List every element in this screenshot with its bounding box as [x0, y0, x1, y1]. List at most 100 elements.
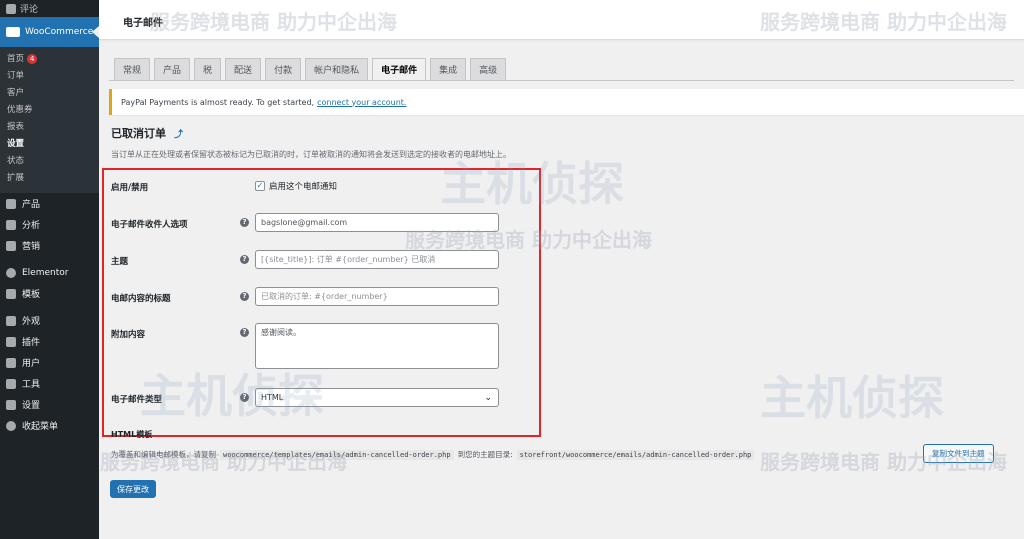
main-content: 常规 产品 税 配送 付款 帐户和隐私 电子邮件 集成 高级 PayPal Pa… [99, 41, 1024, 539]
sidebar-item-settings[interactable]: 设置 [0, 394, 99, 415]
submenu-item-settings[interactable]: 设置 [0, 136, 99, 153]
tab-tax[interactable]: 税 [194, 58, 222, 80]
section-title-text: 已取消订单 [111, 127, 166, 140]
sidebar-item-tools[interactable]: 工具 [0, 373, 99, 394]
heading-input[interactable]: 已取消的订单: #{order_number} [255, 287, 499, 306]
help-icon[interactable]: ? [240, 255, 249, 264]
woocommerce-icon [6, 27, 20, 37]
submenu-item-reports[interactable]: 报表 [0, 119, 99, 136]
folder-icon [6, 288, 16, 299]
enable-label: 启用/禁用 [111, 183, 149, 193]
sidebar-item-templates[interactable]: 模板 [0, 283, 99, 304]
email-type-label: 电子邮件类型 [111, 395, 163, 405]
tab-products[interactable]: 产品 [154, 58, 191, 80]
sidebar-item-elementor[interactable]: Elementor [0, 262, 99, 283]
template-text: 为覆盖和编辑电邮模板，请复制 [111, 450, 216, 459]
page-title: 电子邮件 [123, 18, 163, 29]
user-icon [6, 357, 16, 368]
paypal-notice: PayPal Payments is almost ready. To get … [109, 89, 1024, 115]
sidebar-item-label: 收起菜单 [22, 422, 59, 432]
return-up-icon[interactable]: ⤴ [174, 127, 183, 140]
heading-label: 电邮内容的标题 [111, 294, 171, 304]
template-target-path: storefront/woocommerce/emails/admin-canc… [516, 449, 755, 460]
help-icon[interactable]: ? [240, 393, 249, 402]
megaphone-icon [6, 240, 16, 251]
sidebar-item-appearance[interactable]: 外观 [0, 310, 99, 331]
help-icon[interactable]: ? [240, 328, 249, 337]
submenu-label: 首页 [7, 54, 25, 64]
help-icon[interactable]: ? [240, 218, 249, 227]
wrench-icon [6, 378, 16, 389]
sidebar-item-analytics[interactable]: 分析 [0, 214, 99, 235]
plug-icon [6, 336, 16, 347]
tab-payments[interactable]: 付款 [265, 58, 302, 80]
elementor-icon [6, 267, 16, 278]
template-text: 到您的主题目录: [457, 450, 513, 459]
sidebar-item-label: 产品 [22, 200, 41, 210]
submenu-item-status[interactable]: 状态 [0, 153, 99, 170]
sidebar-item-label: 营销 [22, 242, 41, 252]
enable-checkbox-row[interactable]: ✓ 启用这个电邮通知 [255, 180, 337, 192]
sliders-icon [6, 399, 16, 410]
tab-divider [109, 80, 1014, 81]
page-header: 电子邮件 [99, 0, 1024, 40]
template-instructions: 为覆盖和编辑电邮模板，请复制 woocommerce/templates/ema… [111, 449, 755, 460]
submenu-item-coupons[interactable]: 优惠券 [0, 102, 99, 119]
section-description: 当订单从正在处理或者保留状态被标记为已取消的时，订单被取消的通知将会发送到选定的… [111, 150, 511, 159]
notice-text: PayPal Payments is almost ready. To get … [121, 97, 315, 107]
email-type-select[interactable]: HTML ⌄ [255, 388, 499, 407]
collapse-icon [6, 420, 16, 431]
tab-advanced[interactable]: 高级 [470, 58, 507, 80]
sidebar-item-label: 外观 [22, 317, 41, 327]
chevron-down-icon: ⌄ [484, 392, 492, 403]
tab-emails[interactable]: 电子邮件 [372, 58, 427, 80]
comment-icon [6, 3, 16, 14]
recipient-label: 电子邮件收件人选项 [111, 220, 188, 230]
notification-badge: 4 [27, 54, 38, 64]
archive-icon [6, 198, 16, 209]
enable-checkbox-label: 启用这个电邮通知 [269, 182, 338, 192]
sidebar-item-woocommerce[interactable]: WooCommerce [0, 17, 99, 47]
tab-accounts-privacy[interactable]: 帐户和隐私 [305, 58, 369, 80]
sidebar-item-label: 评论 [20, 5, 39, 15]
save-changes-button[interactable]: 保存更改 [110, 480, 156, 498]
sidebar-item-products[interactable]: 产品 [0, 193, 99, 214]
help-icon[interactable]: ? [240, 292, 249, 301]
email-type-value: HTML [261, 393, 284, 402]
copy-template-button[interactable]: 复制文件到主题 [923, 444, 994, 463]
sidebar-item-label: 分析 [22, 221, 41, 231]
settings-tabs: 常规 产品 税 配送 付款 帐户和隐私 电子邮件 集成 高级 [114, 58, 507, 80]
sidebar-collapse-menu[interactable]: 收起菜单 [0, 415, 99, 436]
submenu-item-orders[interactable]: 订单 [0, 68, 99, 85]
sidebar-item-label: 插件 [22, 338, 41, 348]
tab-integration[interactable]: 集成 [430, 58, 467, 80]
sidebar-item-label: Elementor [22, 267, 69, 278]
enable-checkbox[interactable]: ✓ [255, 181, 265, 191]
subject-input[interactable]: [{site_title}]: 订单 #{order_number} 已取消 [255, 250, 499, 269]
connect-account-link[interactable]: connect your account. [317, 98, 406, 107]
submenu-item-home[interactable]: 首页 4 [0, 51, 99, 68]
sidebar-item-plugins[interactable]: 插件 [0, 331, 99, 352]
submenu-item-extensions[interactable]: 扩展 [0, 170, 99, 187]
sidebar-item-comments[interactable]: 评论 [0, 0, 99, 17]
sidebar-item-label: WooCommerce [25, 27, 94, 37]
sidebar-item-label: 用户 [22, 359, 41, 369]
tab-general[interactable]: 常规 [114, 58, 151, 80]
sidebar-item-label: 设置 [22, 401, 41, 411]
recipient-input[interactable]: bagslone@gmail.com [255, 213, 499, 232]
admin-sidebar: 评论 WooCommerce 首页 4 订单 客户 优惠券 报表 设置 状态 扩展… [0, 0, 99, 539]
woocommerce-submenu: 首页 4 订单 客户 优惠券 报表 设置 状态 扩展 [0, 47, 99, 193]
chart-bar-icon [6, 219, 16, 230]
subject-label: 主题 [111, 257, 129, 267]
html-template-title: HTML模板 [111, 430, 153, 439]
submenu-item-customers[interactable]: 客户 [0, 85, 99, 102]
additional-content-label: 附加内容 [111, 330, 146, 340]
template-source-path: woocommerce/templates/emails/admin-cance… [220, 449, 454, 460]
sidebar-item-marketing[interactable]: 营销 [0, 235, 99, 256]
sidebar-item-label: 模板 [22, 290, 41, 300]
sidebar-item-users[interactable]: 用户 [0, 352, 99, 373]
brush-icon [6, 315, 16, 326]
tab-shipping[interactable]: 配送 [225, 58, 262, 80]
additional-content-textarea[interactable]: 感谢阅读。 [255, 323, 499, 369]
sidebar-item-label: 工具 [22, 380, 41, 390]
